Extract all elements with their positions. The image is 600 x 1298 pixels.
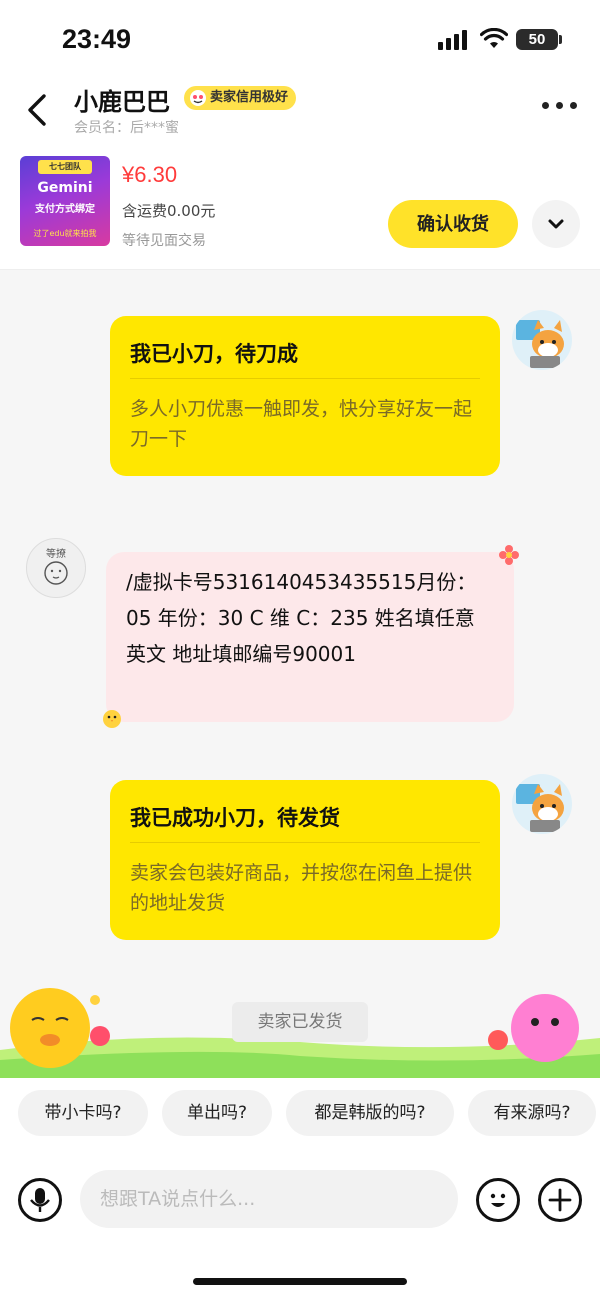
credit-badge-label: 卖家信用极好 [210, 90, 289, 105]
flower-sticker-icon [499, 545, 519, 565]
card-divider [130, 842, 480, 843]
credit-badge: 卖家信用极好 [184, 86, 297, 110]
card-body: 卖家会包装好商品，并按您在闲鱼上提供的地址发货 [130, 862, 473, 914]
thumb-footer: 过了edu就来拍我 [33, 229, 97, 238]
chat-area[interactable]: 我已小刀，待刀成 多人小刀优惠一触即发，快分享好友一起刀一下 等撩 /虚拟卡号5… [0, 270, 600, 1078]
expand-button[interactable] [532, 200, 580, 248]
cat-avatar-icon [516, 784, 564, 832]
face-outline-icon [44, 561, 68, 585]
back-arrow-icon[interactable] [22, 90, 52, 130]
cat-avatar-icon [516, 320, 564, 368]
more-actions-button[interactable] [538, 1178, 582, 1222]
home-indicator [193, 1278, 407, 1285]
product-thumbnail[interactable]: 七七团队 Gemini 支付方式绑定 过了edu就来拍我 [20, 156, 110, 246]
seller-name[interactable]: 小鹿巴巴 [74, 82, 170, 117]
message-bubble[interactable]: /虚拟卡号5316140453435515月份：05 年份：30 C 维 C：2… [106, 552, 514, 722]
avatar[interactable] [512, 774, 572, 834]
quick-replies: 带小卡吗? 单出吗? 都是韩版的吗? 有来源吗? [0, 1078, 600, 1150]
product-bar: 七七团队 Gemini 支付方式绑定 过了edu就来拍我 ¥6.30 含运费0.… [0, 148, 600, 270]
product-price: ¥6.30 [122, 162, 178, 187]
quick-reply-chip[interactable]: 带小卡吗? [18, 1090, 148, 1136]
chat-header: 小鹿巴巴 卖家信用极好 会员名：后***蜜 [0, 80, 600, 148]
thumb-subtitle: 支付方式绑定 [35, 204, 95, 215]
battery-icon: 50 [516, 29, 558, 50]
battery-cap [559, 35, 562, 44]
member-name: 会员名：后***蜜 [74, 120, 179, 136]
card-title: 我已成功小刀，待发货 [130, 806, 340, 830]
clock: 23:49 [62, 24, 132, 54]
card-divider [130, 378, 480, 379]
card-body: 多人小刀优惠一触即发，快分享好友一起刀一下 [130, 398, 473, 450]
microphone-icon [30, 1188, 50, 1212]
seller-avatar[interactable]: 等撩 [26, 538, 86, 598]
emoji-icon [490, 1193, 506, 1207]
more-options-icon[interactable] [542, 102, 578, 112]
avatar[interactable] [512, 310, 572, 370]
smile-face-icon [190, 90, 206, 106]
trade-status: 等待见面交易 [122, 233, 206, 249]
chick-sticker-icon [103, 710, 121, 728]
plus-icon [548, 1188, 572, 1212]
input-bar: 想跟TA说点什么... [0, 1150, 600, 1298]
card-title: 我已小刀，待刀成 [130, 342, 298, 366]
message-input[interactable]: 想跟TA说点什么... [80, 1170, 458, 1228]
quick-reply-chip[interactable]: 单出吗? [162, 1090, 272, 1136]
confirm-receipt-button[interactable]: 确认收货 [388, 200, 518, 248]
status-card-awaiting-shipment[interactable]: 我已成功小刀，待发货 卖家会包装好商品，并按您在闲鱼上提供的地址发货 [110, 780, 500, 940]
voice-button[interactable] [18, 1178, 62, 1222]
emoji-button[interactable] [476, 1178, 520, 1222]
status-bar: 23:49 50 [0, 0, 600, 80]
quick-reply-chip[interactable]: 有来源吗? [468, 1090, 596, 1136]
quick-reply-chip[interactable]: 都是韩版的吗? [286, 1090, 454, 1136]
system-tip: 卖家已发货 [232, 1002, 368, 1042]
signal-icon [438, 30, 470, 50]
chevron-down-icon [548, 219, 564, 229]
thumb-title: Gemini [37, 180, 93, 196]
shipping-fee: 含运费0.00元 [122, 202, 216, 220]
thumb-tag: 七七团队 [38, 160, 92, 174]
wifi-icon [480, 28, 508, 48]
status-card-bargain[interactable]: 我已小刀，待刀成 多人小刀优惠一触即发，快分享好友一起刀一下 [110, 316, 500, 476]
